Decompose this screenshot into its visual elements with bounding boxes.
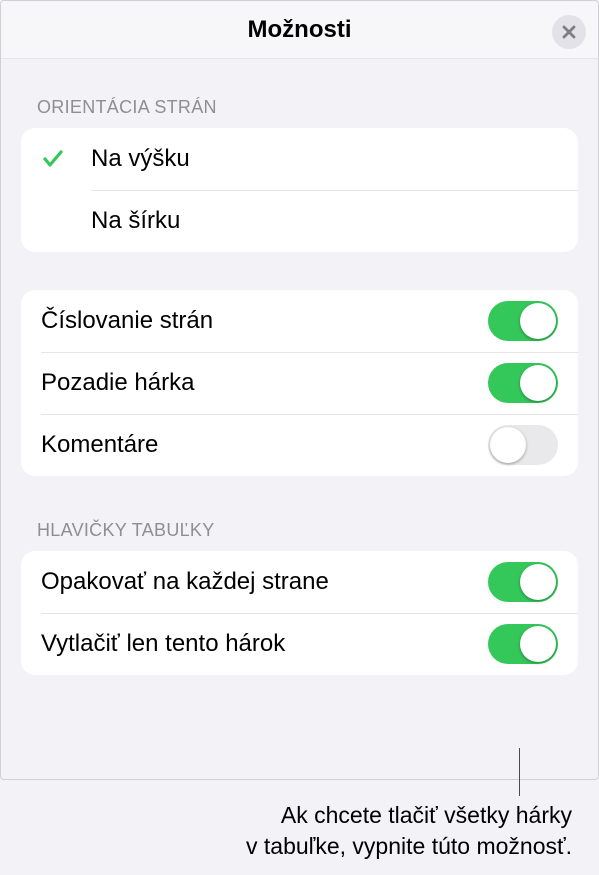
page-numbering-row: Číslovanie strán bbox=[21, 290, 578, 352]
page-numbering-label: Číslovanie strán bbox=[41, 307, 488, 335]
repeat-headers-row: Opakovať na každej strane bbox=[21, 551, 578, 613]
print-this-sheet-toggle[interactable] bbox=[488, 624, 558, 664]
options-panel: Možnosti Orientácia Strán Na výšku Na ší… bbox=[0, 0, 599, 780]
sheet-background-toggle[interactable] bbox=[488, 363, 558, 403]
print-this-sheet-row: Vytlačiť len tento hárok bbox=[21, 613, 578, 675]
sheet-background-label: Pozadie hárka bbox=[41, 369, 488, 397]
callout-line2: v tabuľke, vypnite túto možnosť. bbox=[246, 833, 572, 859]
repeat-headers-toggle[interactable] bbox=[488, 562, 558, 602]
orientation-option-portrait[interactable]: Na výšku bbox=[21, 128, 578, 190]
callout-leader-line bbox=[519, 748, 520, 796]
checkmark-icon bbox=[41, 147, 65, 171]
orientation-option-landscape[interactable]: Na šírku bbox=[21, 190, 578, 252]
close-icon bbox=[561, 24, 577, 40]
callout-annotation: Ak chcete tlačiť všetky hárky v tabuľke,… bbox=[246, 800, 572, 862]
orientation-group: Na výšku Na šírku bbox=[21, 128, 578, 252]
orientation-header: Orientácia Strán bbox=[21, 59, 578, 128]
page-numbering-toggle[interactable] bbox=[488, 301, 558, 341]
close-button[interactable] bbox=[552, 15, 586, 49]
repeat-headers-label: Opakovať na každej strane bbox=[41, 568, 488, 596]
panel-content: Orientácia Strán Na výšku Na šírku Číslo… bbox=[1, 59, 598, 675]
print-this-sheet-label: Vytlačiť len tento hárok bbox=[41, 630, 488, 658]
sheet-background-row: Pozadie hárka bbox=[21, 352, 578, 414]
comments-row: Komentáre bbox=[21, 414, 578, 476]
comments-label: Komentáre bbox=[41, 431, 488, 459]
panel-title: Možnosti bbox=[248, 16, 352, 44]
checkmark-container bbox=[41, 147, 91, 171]
table-headers-header: Hlavičky Tabuľky bbox=[21, 476, 578, 551]
panel-header: Možnosti bbox=[1, 1, 598, 59]
orientation-label: Na výšku bbox=[91, 145, 558, 173]
comments-toggle[interactable] bbox=[488, 425, 558, 465]
callout-line1: Ak chcete tlačiť všetky hárky bbox=[281, 802, 572, 828]
general-toggle-group: Číslovanie strán Pozadie hárka Komentáre bbox=[21, 290, 578, 476]
table-headers-group: Opakovať na každej strane Vytlačiť len t… bbox=[21, 551, 578, 675]
orientation-label: Na šírku bbox=[91, 207, 558, 235]
